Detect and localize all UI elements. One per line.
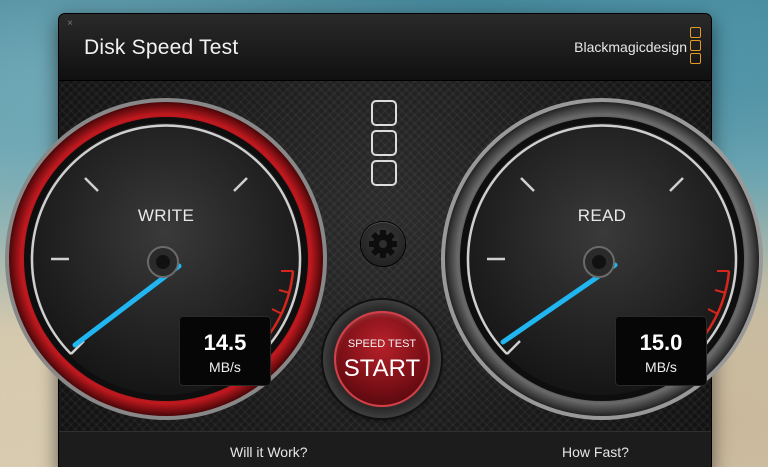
- read-readout: 15.0 MB/s: [615, 316, 707, 386]
- write-speed-unit: MB/s: [209, 359, 241, 375]
- start-button[interactable]: SPEED TEST START: [323, 300, 441, 418]
- footer-bar: Will it Work? How Fast?: [59, 431, 711, 467]
- write-readout: 14.5 MB/s: [179, 316, 271, 386]
- write-gauge-dial: [5, 98, 327, 420]
- write-speed-value: 14.5: [203, 330, 247, 355]
- start-button-label: START: [343, 355, 421, 382]
- gear-icon: [369, 230, 397, 258]
- will-it-work-tab[interactable]: Will it Work?: [230, 444, 308, 460]
- start-button-face[interactable]: SPEED TEST START: [334, 311, 430, 407]
- app-title: Disk Speed Test: [84, 36, 239, 59]
- brand-name: Blackmagicdesign: [574, 39, 687, 55]
- title-bar: × Disk Speed Test Blackmagicdesign: [59, 14, 711, 81]
- disk-speed-test-window: × Disk Speed Test Blackmagicdesign WRITE…: [5, 14, 763, 467]
- blackmagic-logo-icon: [690, 27, 702, 66]
- read-gauge-dial: [441, 98, 763, 420]
- read-gauge: READ 15.0 MB/s: [439, 96, 765, 422]
- app-logo-icon: [371, 100, 397, 190]
- read-speed-value: 15.0: [639, 330, 683, 355]
- settings-button[interactable]: [361, 222, 405, 266]
- write-gauge: WRITE 14.5 MB/s: [3, 96, 329, 422]
- read-label: READ: [577, 206, 627, 225]
- read-speed-unit: MB/s: [645, 359, 677, 375]
- write-label: WRITE: [137, 206, 195, 225]
- how-fast-tab[interactable]: How Fast?: [562, 444, 629, 460]
- start-button-subtitle: SPEED TEST: [347, 338, 417, 350]
- close-icon[interactable]: ×: [65, 19, 75, 29]
